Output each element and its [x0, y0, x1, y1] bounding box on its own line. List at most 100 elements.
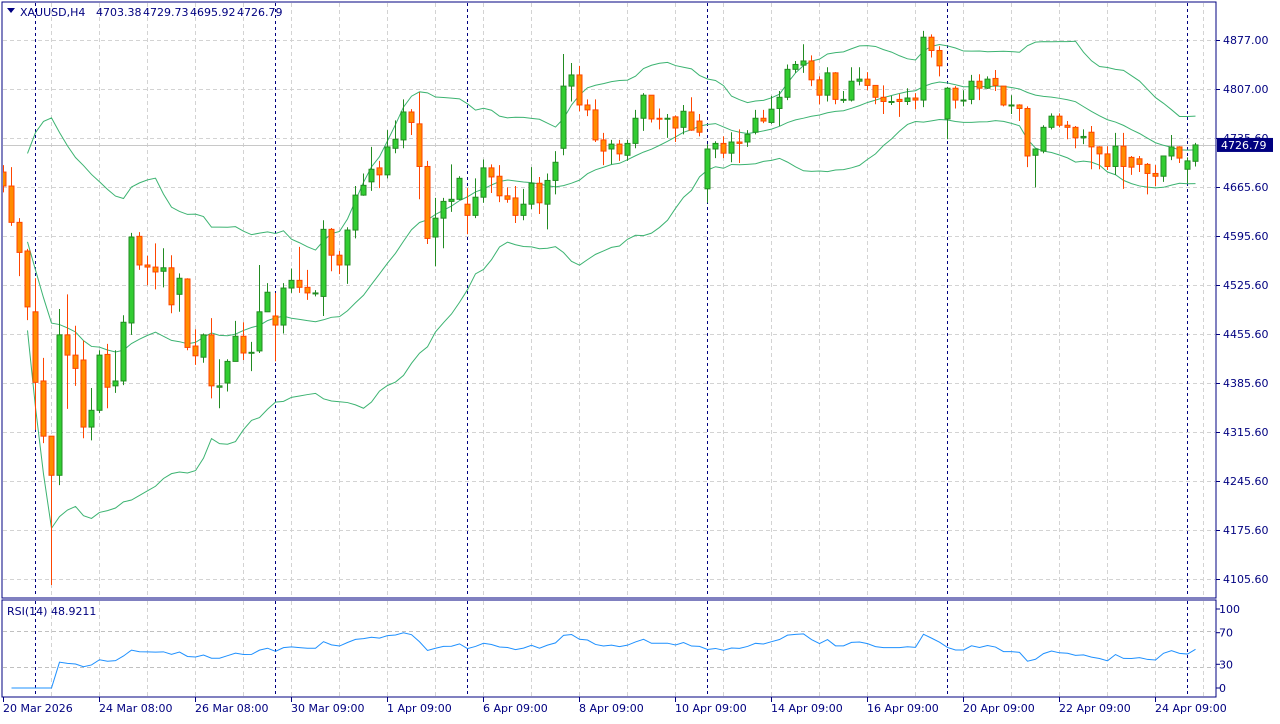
candle-body — [392, 138, 399, 149]
candle-body — [1176, 146, 1183, 159]
candle-body — [512, 197, 519, 216]
candle-body — [912, 97, 919, 101]
candle-body — [576, 74, 583, 106]
candle-body — [16, 221, 23, 253]
candle-body — [1120, 145, 1127, 167]
candle-body — [848, 80, 855, 101]
price-label: 4385.60 — [1223, 377, 1269, 390]
candle — [1048, 113, 1055, 130]
chart-window[interactable]: 4877.004807.004735.604665.604595.604525.… — [0, 0, 1280, 720]
candle-body — [144, 264, 151, 268]
candle-body — [864, 78, 871, 86]
candle-body — [1064, 124, 1071, 128]
price-label: 4105.60 — [1223, 573, 1269, 586]
candle-body — [528, 182, 535, 205]
candle-body — [496, 175, 503, 197]
candle-body — [888, 100, 895, 103]
price-label: 4455.60 — [1223, 328, 1269, 341]
candle-body — [1000, 85, 1007, 106]
candle-body — [272, 315, 279, 326]
candle-body — [624, 142, 631, 156]
candle-body — [720, 142, 727, 154]
candle-body — [344, 229, 351, 266]
candle-body — [544, 179, 551, 205]
candle-body — [448, 198, 455, 202]
time-label: 6 Apr 09:00 — [483, 702, 548, 715]
candle-body — [768, 108, 775, 123]
candle — [832, 72, 839, 105]
candle-body — [112, 380, 119, 387]
chart-header: XAUUSD,H4 4703.38 4729.73 4695.92 4726.7… — [7, 6, 283, 19]
candle-body — [672, 116, 679, 129]
candle — [456, 176, 463, 201]
candle-body — [648, 94, 655, 120]
candle-body — [1056, 115, 1063, 126]
time-label: 16 Apr 09:00 — [867, 702, 939, 715]
candle-body — [1008, 104, 1015, 107]
candle-body — [256, 311, 263, 352]
candle-body — [56, 334, 63, 476]
candle-body — [896, 98, 903, 102]
candle-body — [880, 96, 887, 102]
price-label: 4315.60 — [1223, 426, 1269, 439]
candle — [648, 94, 655, 123]
candle-body — [432, 217, 439, 238]
candle-body — [536, 182, 543, 204]
candle-body — [336, 254, 343, 266]
candle-body — [760, 117, 767, 122]
candle-body — [416, 123, 423, 167]
candle — [920, 30, 927, 108]
candle-body — [984, 78, 991, 89]
candle-body — [192, 345, 199, 357]
candle-body — [248, 351, 255, 354]
candle-body — [1136, 158, 1143, 165]
candle-body — [216, 385, 223, 388]
time-label: 24 Mar 08:00 — [99, 702, 172, 715]
candle-body — [320, 228, 327, 297]
candle-body — [328, 228, 335, 256]
candle-body — [440, 200, 447, 219]
candle-body — [1184, 160, 1191, 170]
rsi-label: RSI(14) 48.9211 — [7, 605, 96, 618]
time-label: 20 Mar 2026 — [3, 702, 73, 715]
candle-body — [1128, 156, 1135, 168]
candle-body — [1192, 144, 1199, 162]
candle-body — [816, 79, 823, 96]
candle-body — [160, 267, 167, 272]
candle-body — [744, 133, 751, 143]
candle-body — [472, 196, 479, 216]
candle-body — [1168, 146, 1175, 157]
candle-body — [1048, 115, 1055, 128]
time-label: 10 Apr 09:00 — [675, 702, 747, 715]
rsi-level-label: 100 — [1219, 603, 1240, 616]
candle — [184, 278, 191, 351]
candle-body — [120, 321, 127, 382]
candle-body — [832, 72, 839, 100]
candle-body — [664, 117, 671, 120]
price-label: 4175.60 — [1223, 524, 1269, 537]
candle-body — [352, 194, 359, 231]
candle-body — [776, 96, 783, 109]
candle — [1040, 125, 1047, 154]
candle — [424, 160, 431, 245]
time-label: 1 Apr 09:00 — [387, 702, 452, 715]
candle-body — [1088, 131, 1095, 148]
candle-body — [48, 435, 55, 476]
candle-body — [968, 80, 975, 100]
candle-body — [696, 120, 703, 133]
candle-body — [688, 111, 695, 131]
candle-body — [1112, 145, 1119, 167]
candle-body — [1160, 155, 1167, 177]
candle-body — [224, 360, 231, 384]
candle-body — [608, 143, 615, 150]
candle-body — [592, 109, 599, 141]
ohlc-high: 4729.73 — [143, 6, 189, 19]
candle-body — [520, 203, 527, 216]
candle-body — [72, 354, 79, 369]
candle-body — [680, 110, 687, 128]
time-label: 26 Mar 08:00 — [195, 702, 268, 715]
candle-body — [792, 63, 799, 70]
symbol-timeframe: XAUUSD,H4 — [20, 6, 85, 19]
candle-body — [1032, 148, 1039, 156]
price-label: 4665.60 — [1223, 181, 1269, 194]
